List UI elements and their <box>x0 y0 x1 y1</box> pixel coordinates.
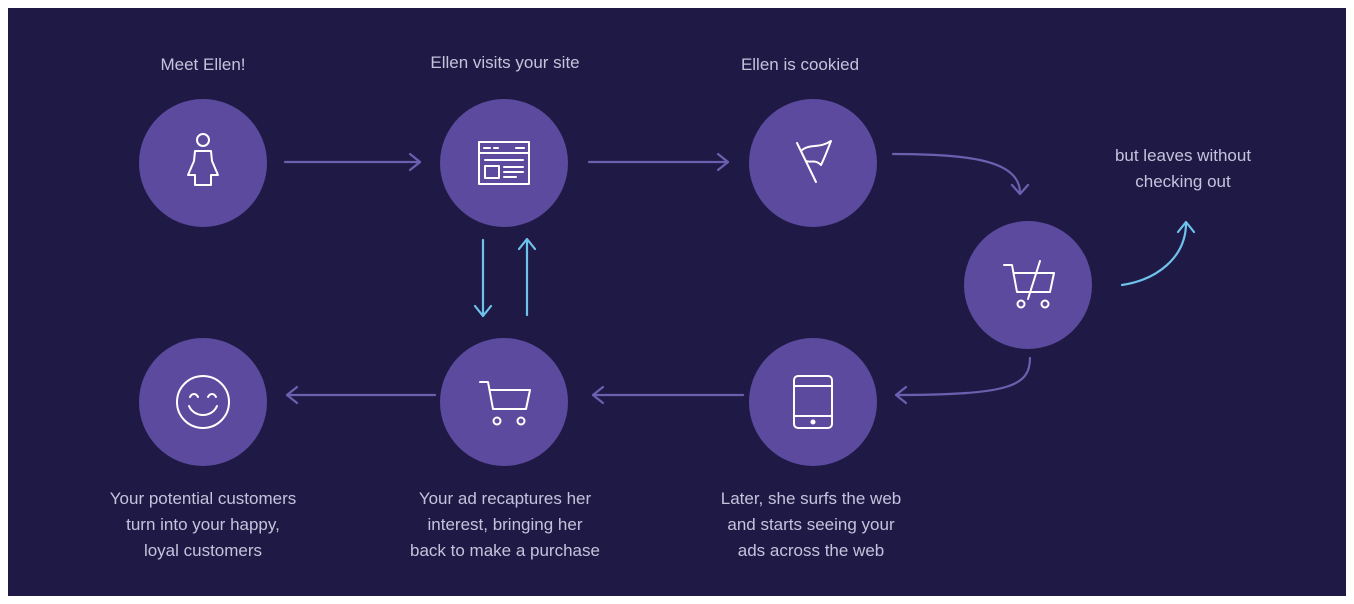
arrow-cart-to-leaves <box>1120 220 1196 287</box>
node-happy-customer <box>139 338 267 466</box>
arrow-ads-to-recapture <box>591 385 745 405</box>
step-label-meet: Meet Ellen! <box>160 55 246 74</box>
browser-window-icon <box>478 141 530 185</box>
step-label-happy: Your potential customers turn into your … <box>109 489 297 560</box>
node-meet-ellen <box>139 99 267 227</box>
tablet-icon <box>793 375 833 429</box>
smiley-icon <box>176 375 230 429</box>
step-label-leaves: but leaves without checking out <box>1114 146 1252 191</box>
arrow-visits-to-cookied <box>587 152 730 172</box>
node-cookied <box>749 99 877 227</box>
step-label-ads: Later, she surfs the web and starts seei… <box>720 489 902 560</box>
person-icon <box>187 133 219 186</box>
arrow-visits-down-to-recapture <box>473 238 493 318</box>
node-visits-site <box>440 99 568 227</box>
step-label-cookied: Ellen is cookied <box>740 55 860 74</box>
retargeting-diagram: Meet Ellen! Ellen visits your site Ellen… <box>8 8 1346 596</box>
step-label-visits: Ellen visits your site <box>430 53 580 72</box>
arrow-recapture-up-to-visits <box>517 237 537 317</box>
arrow-recapture-to-happy <box>285 385 437 405</box>
node-recapture <box>440 338 568 466</box>
step-label-recapture: Your ad recaptures her interest, bringin… <box>410 489 600 560</box>
flag-icon <box>796 140 832 183</box>
arrow-cart-to-ads <box>894 356 1032 405</box>
node-sees-ads <box>749 338 877 466</box>
arrow-cookied-to-cart <box>891 152 1030 196</box>
arrow-meet-to-visits <box>283 152 422 172</box>
shopping-cart-icon <box>479 381 531 426</box>
abandoned-cart-icon <box>1003 260 1055 309</box>
node-abandoned-cart <box>964 221 1092 349</box>
